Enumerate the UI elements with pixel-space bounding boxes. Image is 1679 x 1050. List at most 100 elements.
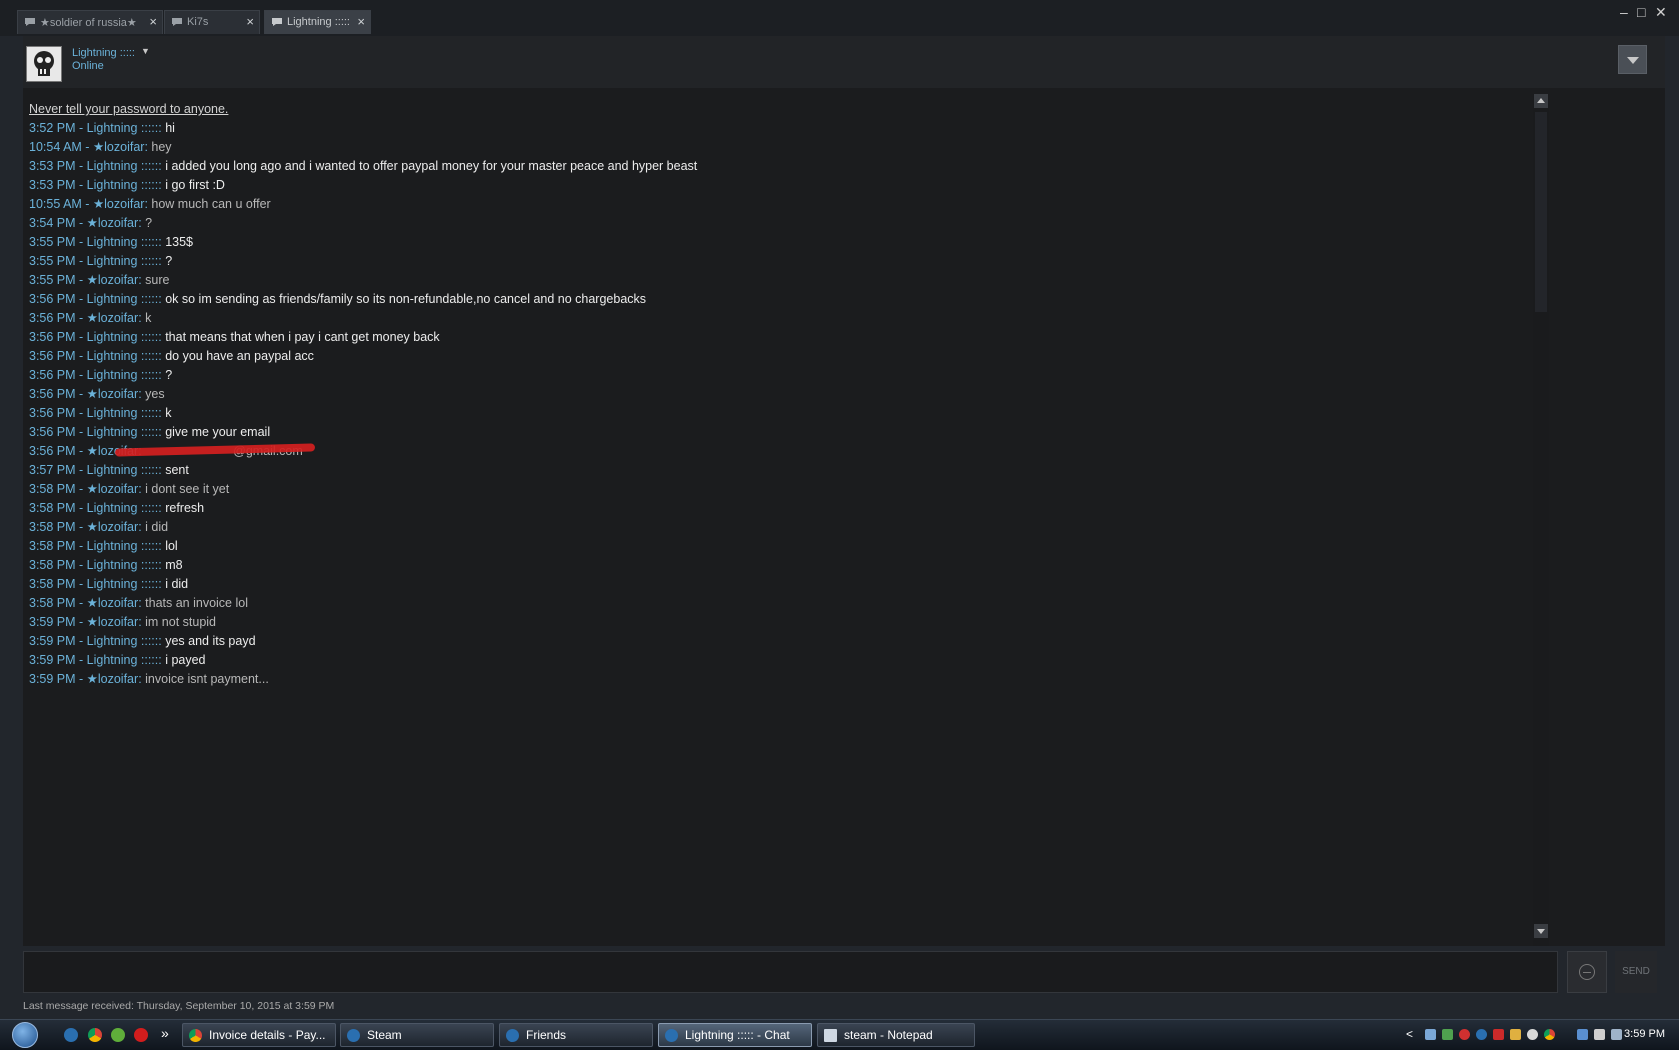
- message-sender[interactable]: Lightning :::::: [87, 406, 159, 420]
- message-sender[interactable]: Lightning :::::: [87, 425, 159, 439]
- close-window-button[interactable]: ✕: [1655, 4, 1667, 20]
- message-sender[interactable]: ★lozoifar: [87, 216, 139, 230]
- opera-icon[interactable]: [134, 1028, 148, 1042]
- taskbar-overflow-icon[interactable]: »: [161, 1025, 169, 1041]
- message-text: i payed: [165, 653, 206, 667]
- close-icon[interactable]: ×: [246, 15, 254, 29]
- network-icon[interactable]: [1425, 1029, 1436, 1040]
- message-text: m8: [165, 558, 183, 572]
- message-sender[interactable]: ★lozoifar: [93, 197, 145, 211]
- message-sender[interactable]: ★lozoifar: [87, 482, 139, 496]
- message-sender[interactable]: ★lozoifar: [87, 520, 139, 534]
- emoticon-button[interactable]: [1567, 951, 1607, 993]
- folder-icon[interactable]: [1510, 1029, 1521, 1040]
- steam-icon[interactable]: [64, 1028, 78, 1042]
- connection-icon[interactable]: [1611, 1029, 1622, 1040]
- timestamp-separator: -: [75, 216, 87, 230]
- message-sender[interactable]: Lightning :::::: [87, 558, 159, 572]
- message-sender[interactable]: Lightning :::::: [87, 330, 159, 344]
- chat-message: 3:59 PM - Lightning :::::: i payed: [29, 651, 1629, 670]
- message-sender[interactable]: Lightning :::::: [87, 349, 159, 363]
- message-text: ?: [145, 216, 153, 230]
- message-sender[interactable]: Lightning :::::: [87, 577, 159, 591]
- taskbar-item-chrome[interactable]: Invoice details - Pay...: [182, 1023, 336, 1047]
- message-sender[interactable]: Lightning :::::: [87, 368, 159, 382]
- close-icon[interactable]: ×: [149, 15, 157, 29]
- taskbar-item-notepad[interactable]: steam - Notepad: [817, 1023, 975, 1047]
- message-sender[interactable]: Lightning :::::: [87, 178, 159, 192]
- avatar[interactable]: [26, 46, 62, 82]
- taskbar-item-steam[interactable]: Steam: [340, 1023, 494, 1047]
- message-timestamp: 3:55 PM: [29, 254, 76, 268]
- chat-message: 3:56 PM - Lightning :::::: ?: [29, 366, 1629, 385]
- timestamp-separator: -: [75, 273, 87, 287]
- send-button[interactable]: SEND: [1615, 951, 1657, 993]
- tab-label: Ki7s: [187, 16, 209, 28]
- message-timestamp: 3:56 PM: [29, 387, 76, 401]
- message-sender[interactable]: ★lozoifar: [87, 273, 139, 287]
- message-sender[interactable]: Lightning :::::: [87, 159, 159, 173]
- tab-soldier-of-russia[interactable]: ★soldier of russia★ ×: [17, 10, 163, 34]
- message-sender[interactable]: Lightning :::::: [87, 121, 159, 135]
- message-timestamp: 3:56 PM: [29, 311, 76, 325]
- message-sender[interactable]: ★lozoifar: [87, 311, 139, 325]
- message-sender[interactable]: Lightning :::::: [87, 501, 159, 515]
- volume-icon[interactable]: [1594, 1029, 1605, 1040]
- scroll-up-arrow-icon[interactable]: [1534, 94, 1548, 108]
- message-input[interactable]: [23, 951, 1558, 993]
- message-text: do you have an paypal acc: [165, 349, 314, 363]
- smiley-icon: [1579, 964, 1595, 980]
- timestamp-separator: -: [75, 425, 87, 439]
- minimize-button[interactable]: –: [1620, 4, 1628, 20]
- message-sender[interactable]: Lightning :::::: [87, 235, 159, 249]
- message-sender[interactable]: Lightning :::::: [87, 539, 159, 553]
- app-tray-icon[interactable]: [1442, 1029, 1453, 1040]
- start-button[interactable]: [12, 1022, 38, 1048]
- message-timestamp: 3:55 PM: [29, 235, 76, 249]
- tray-expand-icon[interactable]: <: [1406, 1027, 1413, 1041]
- message-sender[interactable]: Lightning :::::: [87, 292, 159, 306]
- tab-ki7s[interactable]: Ki7s ×: [164, 10, 260, 34]
- maximize-button[interactable]: □: [1637, 4, 1645, 20]
- taskbar-item-friends[interactable]: Friends: [499, 1023, 653, 1047]
- chat-menu-button[interactable]: [1618, 45, 1647, 74]
- chrome-icon[interactable]: [88, 1028, 102, 1042]
- scroll-down-arrow-icon[interactable]: [1534, 924, 1548, 938]
- timestamp-separator: -: [75, 577, 87, 591]
- clock[interactable]: 3:59 PM: [1624, 1028, 1665, 1040]
- timestamp-separator: -: [75, 349, 87, 363]
- steam-icon: [506, 1029, 519, 1042]
- message-text: im not stupid: [145, 615, 217, 629]
- scrollbar-thumb[interactable]: [1535, 112, 1547, 312]
- chrome-icon[interactable]: [1544, 1029, 1555, 1040]
- chevron-down-icon[interactable]: ▼: [141, 46, 150, 56]
- message-sender[interactable]: Lightning :::::: [87, 653, 159, 667]
- message-sender[interactable]: ★lozoifar: [87, 387, 139, 401]
- message-sender[interactable]: ★lozoifar: [87, 672, 139, 686]
- message-sender[interactable]: Lightning :::::: [87, 463, 159, 477]
- blocked-icon[interactable]: [1459, 1029, 1470, 1040]
- timestamp-separator: -: [75, 463, 87, 477]
- chat-message: 3:56 PM - ★lozoifar: @gmail.com: [29, 442, 1629, 461]
- steam-icon[interactable]: [1476, 1029, 1487, 1040]
- taskbar-item-chat[interactable]: Lightning ::::: - Chat: [658, 1023, 812, 1047]
- message-timestamp: 3:56 PM: [29, 368, 76, 382]
- message-sender[interactable]: ★lozoifar: [87, 615, 139, 629]
- message-text: hi: [165, 121, 175, 135]
- close-icon[interactable]: ×: [357, 15, 365, 29]
- message-text: ok so im sending as friends/family so it…: [165, 292, 647, 306]
- friend-name[interactable]: Lightning :::::: [72, 47, 135, 59]
- message-text: that means that when i pay i cant get mo…: [165, 330, 440, 344]
- display-icon[interactable]: [1577, 1029, 1588, 1040]
- cg-icon[interactable]: [1493, 1029, 1504, 1040]
- message-sender[interactable]: Lightning :::::: [87, 634, 159, 648]
- message-text: sent: [165, 463, 189, 477]
- message-sender[interactable]: ★lozoifar: [87, 596, 139, 610]
- message-sender[interactable]: Lightning :::::: [87, 254, 159, 268]
- message-timestamp: 3:59 PM: [29, 653, 76, 667]
- xbox-icon[interactable]: [111, 1028, 125, 1042]
- tab-lightning[interactable]: Lightning ::::: ×: [264, 10, 371, 34]
- message-sender[interactable]: ★lozoifar: [93, 140, 145, 154]
- message-timestamp: 3:58 PM: [29, 596, 76, 610]
- notification-icon[interactable]: [1527, 1029, 1538, 1040]
